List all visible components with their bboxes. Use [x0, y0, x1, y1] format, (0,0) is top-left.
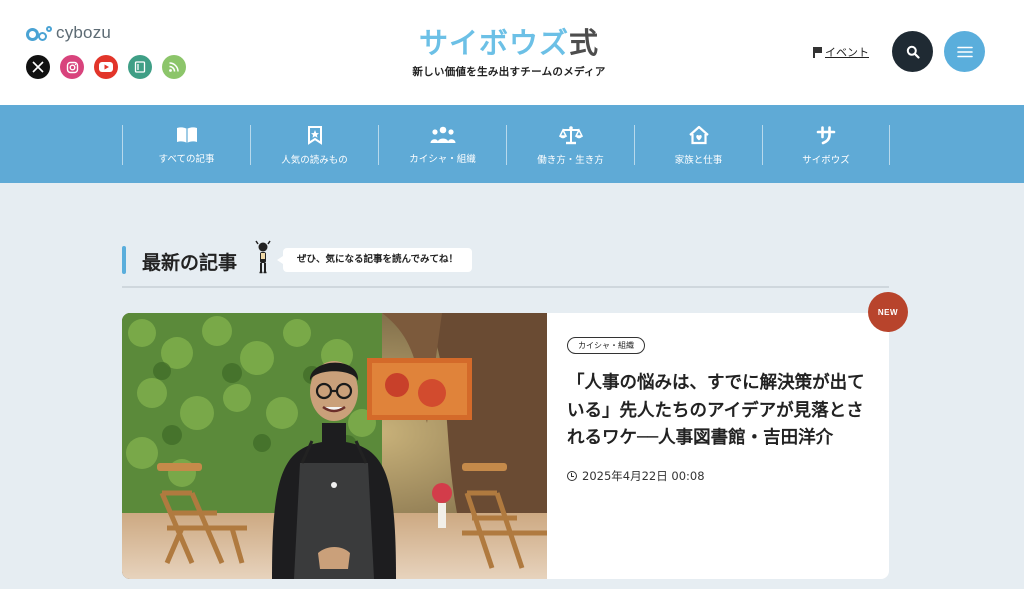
home-heart-icon: [688, 125, 710, 145]
x-icon[interactable]: [26, 55, 50, 79]
cybozu-logo-mark-icon: [26, 24, 52, 42]
nav-label: すべての記事: [158, 154, 215, 165]
article-card-body: カイシャ・組織 「人事の悩みは、すでに解決策が出ている」先人たちのアイデアが見落…: [567, 333, 867, 484]
nav-label: 家族と仕事: [674, 155, 723, 166]
search-icon: [906, 45, 920, 59]
site-brand[interactable]: サイボウズ式 新しい価値を生み出すチームのメディア: [409, 26, 609, 79]
mascot-icon: [255, 240, 271, 274]
article-title[interactable]: 「人事の悩みは、すでに解決策が出ている」先人たちのアイデアが見落とされるワケ──…: [567, 370, 865, 453]
hamburger-icon: [956, 46, 973, 57]
brand-title: サイボウズ式: [418, 26, 600, 60]
nav-item-cybozu[interactable]: サイボウズ: [762, 125, 890, 166]
bookmark-star-icon: [305, 125, 325, 145]
flag-icon: [813, 46, 822, 58]
cybozu-logo[interactable]: cybozu: [26, 23, 111, 43]
event-link[interactable]: イベント: [813, 44, 869, 60]
site-header: cybozu サイボウズ式 新しい価値を生み出すチームのメディア イベント: [0, 0, 1024, 105]
nav-label: カイシャ・組織: [409, 154, 476, 165]
nav-item-company-org[interactable]: カイシャ・組織: [378, 125, 506, 165]
menu-button[interactable]: [944, 31, 985, 72]
article-date: 2025年4月22日 00:08: [567, 468, 867, 484]
rss-icon[interactable]: [162, 55, 186, 79]
nav-label: 働き方・生き方: [537, 155, 604, 166]
category-tag[interactable]: カイシャ・組織: [567, 337, 645, 354]
sa-icon: [816, 125, 836, 145]
category-nav: すべての記事 人気の読みもの カイシャ・組織 働き方・生き方 家族と仕事 サイボ…: [0, 105, 1024, 183]
instagram-icon[interactable]: [60, 55, 84, 79]
search-button[interactable]: [892, 31, 933, 72]
event-link-label: イベント: [825, 46, 869, 59]
logo-text: cybozu: [56, 23, 112, 42]
latest-articles-heading: 最新の記事 ぜひ、気になる記事を読んでみてね！: [122, 240, 889, 288]
new-badge: NEW: [868, 292, 908, 332]
section-title: 最新の記事: [142, 252, 238, 274]
article-date-text: 2025年4月22日 00:08: [582, 468, 705, 483]
article-card[interactable]: カイシャ・組織 「人事の悩みは、すでに解決策が出ている」先人たちのアイデアが見落…: [122, 313, 889, 579]
open-book-icon: [175, 125, 199, 144]
nav-item-family-work[interactable]: 家族と仕事: [634, 125, 762, 166]
speech-bubble: ぜひ、気になる記事を読んでみてね！: [276, 248, 473, 272]
note-icon[interactable]: [128, 55, 152, 79]
nav-label: サイボウズ: [802, 155, 850, 166]
article-thumbnail[interactable]: [122, 313, 547, 579]
brand-subtitle: 新しい価値を生み出すチームのメディア: [412, 66, 606, 78]
youtube-icon[interactable]: [94, 55, 118, 79]
nav-label: 人気の読みもの: [281, 155, 348, 166]
people-group-icon: [430, 125, 456, 144]
scales-icon: [558, 125, 583, 145]
nav-item-work-life[interactable]: 働き方・生き方: [506, 125, 634, 166]
nav-item-popular[interactable]: 人気の読みもの: [250, 125, 378, 166]
nav-item-all-articles[interactable]: すべての記事: [122, 125, 250, 165]
clock-icon: [567, 470, 577, 481]
section-accent-bar: [122, 246, 126, 274]
social-links: [26, 55, 186, 79]
